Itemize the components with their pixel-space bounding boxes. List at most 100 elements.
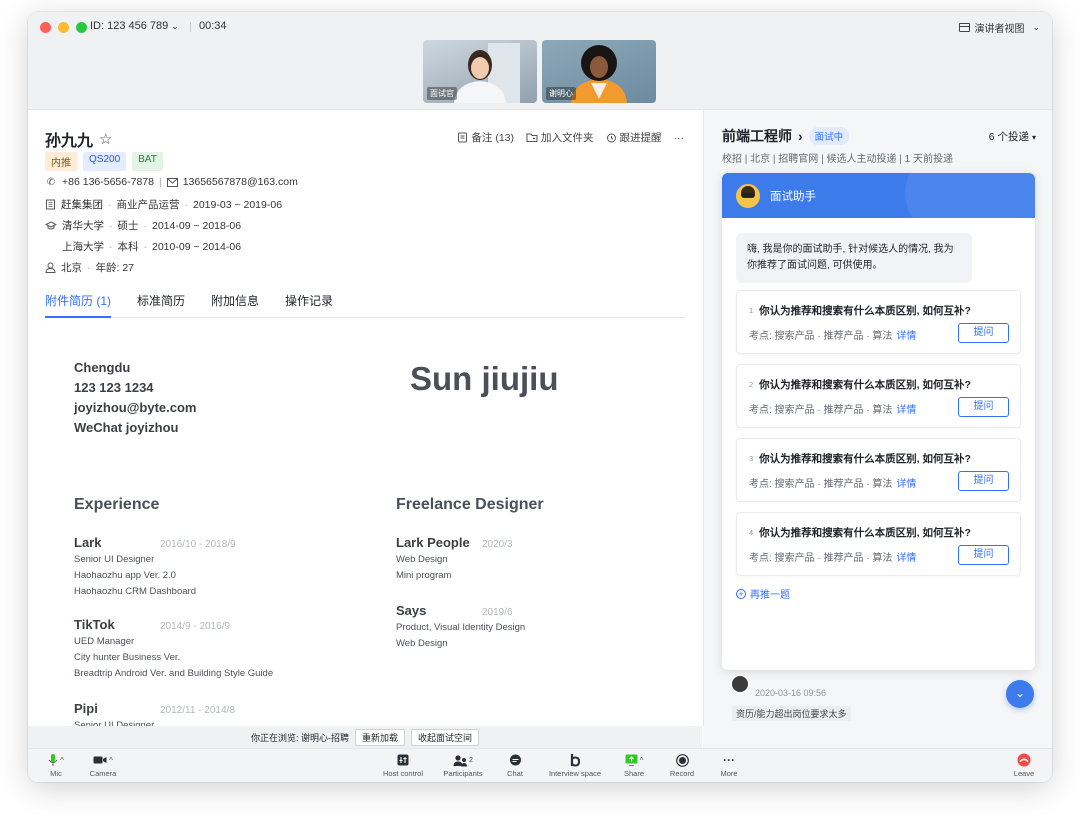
app-window: ID: 123 456 789 ⌄ 00:34 演讲者视图 ⌄ 面试官 谢明心 … [28, 12, 1052, 782]
video-label: 面试官 [427, 87, 457, 100]
question-number: 3 [749, 454, 754, 463]
detail-link[interactable]: 详情 [896, 405, 916, 416]
scroll-down-button[interactable]: ⌄ [1006, 680, 1034, 708]
divider: · [109, 240, 113, 253]
education-row-2: 上海大学 · 本科 · 2010-09 ~ 2014-06 [62, 239, 241, 254]
key-points: 考点: 搜索产品 · 推荐产品 · 算法 [749, 405, 893, 416]
meeting-timer: 00:34 [199, 20, 227, 32]
close-window-button[interactable] [40, 22, 51, 33]
participants-label: Participants [443, 769, 483, 778]
education-icon [45, 220, 57, 229]
tag-bat: BAT [132, 152, 163, 171]
recommend-another-button[interactable]: + 再推一题 [736, 586, 790, 601]
question-text: 你认为推荐和搜索有什么本质区别, 如何互补? [759, 305, 971, 317]
add-folder-button[interactable]: 加入文件夹 [526, 130, 594, 145]
share-button[interactable]: ^ Share [620, 752, 648, 778]
work-position: 商业产品运营 [116, 199, 180, 211]
tag-referral: 内推 [45, 152, 77, 171]
note-label: 备注 (13) [471, 132, 514, 144]
experience-heading: Experience [74, 496, 160, 513]
leave-icon [1017, 753, 1031, 767]
tab-additional-info[interactable]: 附加信息 [211, 290, 259, 318]
alarm-icon [606, 133, 616, 143]
note-button[interactable]: 备注 (13) [457, 130, 514, 145]
resume-document: Chengdu 123 123 1234 joyizhou@byte.com W… [74, 342, 674, 732]
job-header[interactable]: 前端工程师 › 面试中 [722, 126, 850, 146]
collapse-space-button[interactable]: 收起面试空间 [411, 728, 480, 746]
video-tile-interviewer[interactable]: 面试官 [423, 40, 537, 103]
education-row-1: 清华大学 · 硕士 · 2014-09 ~ 2018-06 [45, 218, 241, 233]
status-badge: 面试中 [808, 127, 850, 145]
follow-reminder-button[interactable]: 跟进提醒 [606, 130, 662, 145]
video-tile-candidate[interactable]: 谢明心 [542, 40, 656, 103]
key-points: 考点: 搜索产品 · 推荐产品 · 算法 [749, 553, 893, 564]
detail-link[interactable]: 详情 [896, 331, 916, 342]
item-line: Haohaozhu CRM Dashboard [74, 586, 196, 597]
browsing-text: 你正在浏览: 谢明心-招聘 [250, 732, 349, 743]
more-icon: ··· [723, 753, 735, 767]
browsing-bar: 你正在浏览: 谢明心-招聘 重新加载 收起面试空间 [28, 726, 702, 748]
more-icon[interactable]: ··· [674, 132, 685, 144]
ask-button[interactable]: 提问 [958, 545, 1009, 565]
chat-label: Chat [507, 769, 523, 778]
caret-up-icon[interactable]: ^ [60, 756, 64, 765]
item-line: Mini program [396, 570, 452, 581]
caret-down-icon: ▾ [1031, 133, 1036, 142]
item-dates: 2016/10 - 2018/9 [160, 539, 236, 550]
chat-button[interactable]: Chat [500, 752, 530, 778]
host-control-label: Host control [382, 769, 424, 778]
item-line: Product, Visual Identity Design [396, 622, 526, 633]
item-line: Senior UI Designer [74, 554, 155, 565]
ask-button[interactable]: 提问 [958, 397, 1009, 417]
more-button[interactable]: ··· More [716, 752, 742, 778]
record-icon [675, 753, 689, 767]
interview-space-button[interactable]: Interview space [544, 752, 606, 778]
participants-button[interactable]: 2 Participants [440, 752, 486, 778]
detail-link[interactable]: 详情 [896, 479, 916, 490]
maximize-window-button[interactable] [76, 22, 87, 33]
edu-dates: 2010-09 ~ 2014-06 [152, 240, 242, 253]
tab-attachment-resume[interactable]: 附件简历 (1) [45, 290, 112, 318]
mic-button[interactable]: ^ Mic [42, 752, 70, 778]
camera-label: Camera [89, 769, 117, 778]
tag-qs200: QS200 [83, 152, 127, 171]
chat-icon [509, 754, 521, 765]
meeting-id-text: ID: 123 456 789 [90, 20, 169, 32]
host-control-button[interactable]: Host control [380, 752, 426, 778]
reload-button[interactable]: 重新加载 [354, 728, 405, 746]
question-text: 你认为推荐和搜索有什么本质区别, 如何互补? [759, 453, 971, 465]
item-line: Web Design [396, 638, 448, 649]
star-icon[interactable]: ☆ [99, 130, 112, 148]
question-card: 2 你认为推荐和搜索有什么本质区别, 如何互补? 考点: 搜索产品 · 推荐产品 … [736, 364, 1021, 428]
question-card: 1 你认为推荐和搜索有什么本质区别, 如何互补? 考点: 搜索产品 · 推荐产品 … [736, 290, 1021, 354]
leave-button[interactable]: Leave [1008, 752, 1040, 778]
candidate-actions: 备注 (13) 加入文件夹 跟进提醒 ··· [457, 130, 684, 145]
microphone-icon [48, 754, 58, 766]
divider [190, 22, 191, 32]
tab-operation-log[interactable]: 操作记录 [285, 290, 333, 318]
host-control-icon [397, 754, 409, 766]
question-number: 1 [749, 306, 754, 315]
meeting-id-dropdown[interactable]: ID: 123 456 789 ⌄ [90, 20, 179, 32]
minimize-window-button[interactable] [58, 22, 69, 33]
experience-item: Lark 2016/10 - 2018/9 Senior UI Designer … [74, 534, 236, 600]
caret-up-icon[interactable]: ^ [109, 756, 113, 765]
ask-button[interactable]: 提问 [958, 323, 1009, 343]
add-folder-label: 加入文件夹 [541, 132, 594, 144]
ask-button[interactable]: 提问 [958, 471, 1009, 491]
comment-time: 2020-03-16 09:56 [755, 688, 827, 698]
camera-button[interactable]: ^ Camera [88, 752, 118, 779]
tab-standard-resume[interactable]: 标准简历 [137, 290, 185, 318]
participants-icon [453, 754, 468, 766]
divider: · [143, 240, 148, 253]
assistant-header: 面试助手 [722, 173, 1035, 218]
caret-up-icon[interactable]: ^ [640, 756, 644, 765]
candidate-name: 孙九九 [45, 133, 94, 150]
presenter-view-button[interactable]: 演讲者视图 ⌄ [959, 20, 1040, 35]
detail-link[interactable]: 详情 [896, 553, 916, 564]
item-dates: 2014/9 - 2016/9 [160, 621, 231, 632]
record-button[interactable]: Record [666, 752, 698, 778]
resume-name: Sun jiujiu [410, 360, 559, 397]
chevron-down-icon: ⌄ [1014, 686, 1026, 700]
deliveries-dropdown[interactable]: 6 个投递 ▾ [989, 129, 1036, 144]
